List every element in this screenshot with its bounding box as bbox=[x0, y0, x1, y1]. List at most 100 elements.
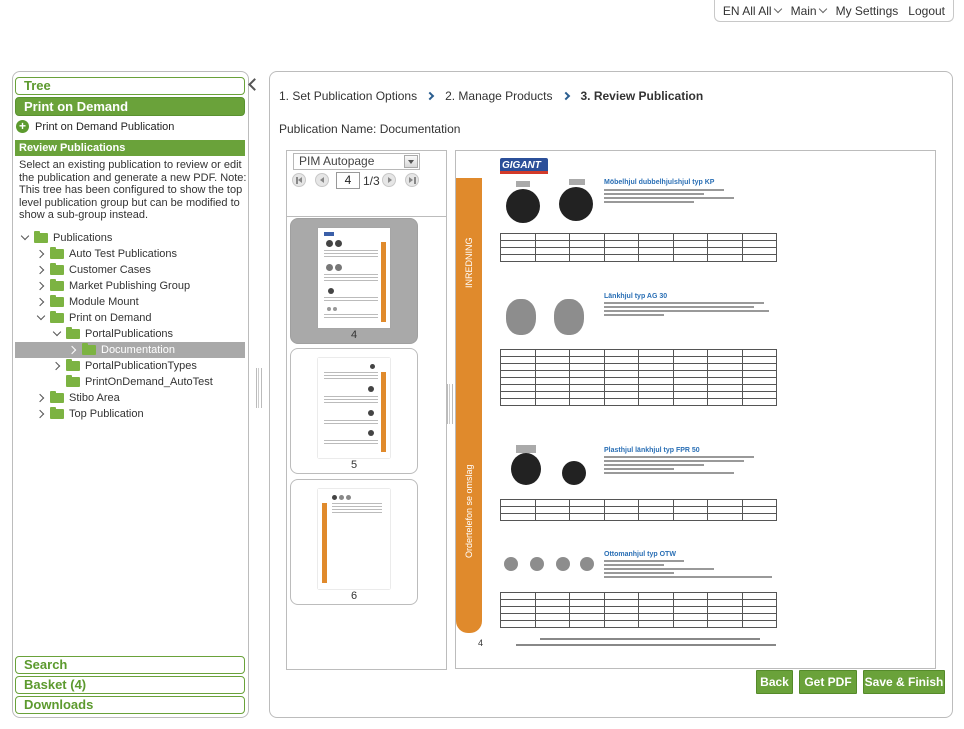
caster-image bbox=[556, 557, 570, 571]
tree-item-label: PortalPublicationTypes bbox=[85, 360, 197, 372]
expanded-arrow-icon[interactable] bbox=[52, 329, 62, 339]
caster-image bbox=[506, 189, 540, 223]
collapse-panel-icon[interactable] bbox=[246, 77, 260, 91]
caster-image bbox=[530, 557, 544, 571]
collapsed-arrow-icon[interactable] bbox=[36, 265, 46, 275]
thumbnail-image bbox=[318, 489, 390, 589]
tree-item-market-publishing-group[interactable]: Market Publishing Group bbox=[36, 278, 190, 294]
expanded-arrow-icon[interactable] bbox=[36, 313, 46, 323]
tree-item-label: Print on Demand bbox=[69, 312, 152, 324]
chapter-tab: INREDNING Ordertelefon se omslag bbox=[456, 178, 482, 633]
folder-icon bbox=[66, 359, 80, 371]
print-on-demand-publication-label: Print on Demand Publication bbox=[35, 120, 175, 133]
tree-item-portal-publication-types[interactable]: PortalPublicationTypes bbox=[52, 358, 197, 374]
my-settings-link[interactable]: My Settings bbox=[836, 4, 899, 18]
product-title: Plasthjul länkhjul typ FPR 50 bbox=[604, 447, 700, 454]
dropdown-arrow-icon[interactable] bbox=[404, 155, 418, 168]
review-description: Select an existing publication to review… bbox=[19, 159, 247, 221]
caster-image bbox=[580, 557, 594, 571]
folder-icon bbox=[50, 407, 64, 419]
tree-item-customer-cases[interactable]: Customer Cases bbox=[36, 262, 151, 278]
folder-icon bbox=[50, 247, 64, 259]
pdf-preview: INREDNING Ordertelefon se omslag GIGANT … bbox=[455, 150, 936, 669]
folder-icon bbox=[82, 343, 96, 355]
collapsed-arrow-icon[interactable] bbox=[36, 297, 46, 307]
tree-item-auto-test-publications[interactable]: Auto Test Publications bbox=[36, 246, 177, 262]
last-page-icon bbox=[414, 177, 416, 184]
caster-image bbox=[506, 299, 536, 335]
page-number-input[interactable]: 4 bbox=[336, 172, 360, 189]
print-on-demand-publication-link[interactable]: + Print on Demand Publication bbox=[16, 120, 174, 133]
product-title: Möbelhjul dubbelhjulshjul typ KP bbox=[604, 179, 715, 186]
page-thumbnail[interactable]: 4 bbox=[290, 218, 418, 344]
chapter-tab-subtitle: Ordertelefon se omslag bbox=[464, 464, 474, 558]
product-table bbox=[500, 592, 777, 628]
collapsed-arrow-icon[interactable] bbox=[36, 249, 46, 259]
page-thumbnail[interactable]: 5 bbox=[290, 348, 418, 474]
product-title: Länkhjul typ AG 30 bbox=[604, 293, 668, 300]
chevron-right-icon bbox=[561, 91, 570, 101]
tree-item-label: Top Publication bbox=[69, 408, 144, 420]
print-on-demand-accordion-header[interactable]: Print on Demand bbox=[15, 97, 245, 116]
preview-splitter-handle[interactable] bbox=[447, 384, 453, 424]
previous-page-button[interactable] bbox=[315, 173, 329, 187]
collapsed-arrow-icon[interactable] bbox=[36, 409, 46, 419]
template-select-value: PIM Autopage bbox=[299, 154, 375, 168]
get-pdf-button[interactable]: Get PDF bbox=[799, 670, 857, 694]
chevron-down-icon bbox=[818, 4, 827, 14]
caster-image bbox=[559, 187, 593, 221]
tree-item-print-on-demand-autotest[interactable]: PrintOnDemand_AutoTest bbox=[66, 374, 213, 390]
expanded-arrow-icon[interactable] bbox=[20, 233, 30, 243]
main-panel: 1. Set Publication Options 2. Manage Pro… bbox=[269, 71, 953, 718]
first-page-button[interactable] bbox=[292, 173, 306, 187]
collapsed-arrow-icon[interactable] bbox=[36, 393, 46, 403]
publication-name: Publication Name: Documentation bbox=[279, 122, 461, 136]
tree-item-documentation[interactable]: Documentation bbox=[15, 342, 245, 358]
collapsed-arrow-icon[interactable] bbox=[52, 361, 62, 371]
downloads-accordion-header[interactable]: Downloads bbox=[15, 696, 245, 714]
tree-item-publications[interactable]: Publications bbox=[20, 230, 112, 246]
product-table bbox=[500, 499, 777, 521]
next-page-button[interactable] bbox=[382, 173, 396, 187]
tree-item-print-on-demand[interactable]: Print on Demand bbox=[36, 310, 152, 326]
product-table bbox=[500, 233, 777, 262]
basket-accordion-header[interactable]: Basket (4) bbox=[15, 676, 245, 694]
collapsed-arrow-icon[interactable] bbox=[36, 281, 46, 291]
main-menu-dropdown[interactable]: Main bbox=[790, 3, 827, 18]
language-dropdown[interactable]: EN All All bbox=[722, 3, 782, 18]
product-table bbox=[500, 349, 777, 406]
tree-item-portal-publications[interactable]: PortalPublications bbox=[52, 326, 173, 342]
step-set-publication-options[interactable]: 1. Set Publication Options bbox=[279, 89, 417, 103]
user-menu-bar: EN All All Main My Settings Logout bbox=[713, 0, 954, 22]
panel-splitter-handle[interactable] bbox=[256, 368, 262, 408]
step-manage-products[interactable]: 2. Manage Products bbox=[445, 89, 552, 103]
tree-accordion-header[interactable]: Tree bbox=[15, 77, 245, 95]
last-page-button[interactable] bbox=[405, 173, 419, 187]
tree-item-module-mount[interactable]: Module Mount bbox=[36, 294, 139, 310]
language-label: EN All All bbox=[722, 3, 772, 18]
thumbnail-toolbar: PIM Autopage 4 1/3 bbox=[287, 151, 446, 217]
caster-image bbox=[562, 461, 586, 485]
chevron-down-icon bbox=[773, 4, 782, 14]
tree-item-stibo-area[interactable]: Stibo Area bbox=[36, 390, 120, 406]
logout-link[interactable]: Logout bbox=[908, 4, 945, 18]
save-finish-button[interactable]: Save & Finish bbox=[863, 670, 945, 694]
tree-item-top-publication[interactable]: Top Publication bbox=[36, 406, 144, 422]
thumbnail-pane: PIM Autopage 4 1/3 4 5 6 bbox=[286, 150, 447, 670]
page-count: 1/3 bbox=[363, 174, 380, 188]
tree-item-label: Customer Cases bbox=[69, 264, 151, 276]
collapsed-arrow-icon[interactable] bbox=[68, 345, 78, 355]
chevron-right-icon bbox=[425, 91, 435, 101]
back-button[interactable]: Back bbox=[756, 670, 793, 694]
step-review-publication[interactable]: 3. Review Publication bbox=[581, 89, 704, 103]
thumbnail-page-number: 5 bbox=[350, 459, 358, 471]
add-icon: + bbox=[16, 120, 29, 133]
chapter-tab-title: INREDNING bbox=[464, 237, 474, 288]
page-thumbnail[interactable]: 6 bbox=[290, 479, 418, 605]
tree-item-label: Documentation bbox=[101, 344, 175, 356]
thumbnail-image bbox=[318, 358, 390, 458]
tree-item-label: Auto Test Publications bbox=[69, 248, 178, 260]
search-accordion-header[interactable]: Search bbox=[15, 656, 245, 674]
template-select[interactable]: PIM Autopage bbox=[293, 153, 420, 170]
main-menu-label: Main bbox=[790, 3, 817, 18]
